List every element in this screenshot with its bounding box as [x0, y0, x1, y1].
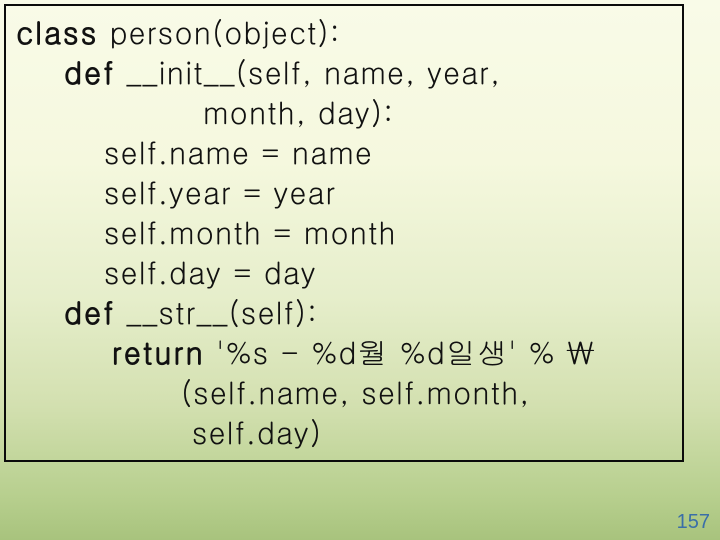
code-line-11: self.day) — [16, 412, 672, 452]
code-line-7: self.day = day — [16, 252, 672, 292]
code-text: __str__(self): — [115, 291, 318, 333]
code-line-8: def __str__(self): — [16, 292, 672, 332]
slide: class person(object): def __init__(self,… — [0, 0, 720, 540]
keyword-def: def — [16, 51, 115, 93]
code-text: __init__(self, name, year, — [115, 51, 501, 93]
code-text: self.month = month — [16, 211, 397, 253]
code-text: '%s - %d월 %d일생' % ₩ — [205, 331, 595, 373]
code-line-9: return '%s - %d월 %d일생' % ₩ — [16, 332, 672, 372]
code-line-3: month, day): — [16, 92, 672, 132]
code-text: month, day): — [16, 91, 394, 133]
code-text: (self.name, self.month, — [16, 371, 530, 413]
code-text: self.name = name — [16, 131, 373, 173]
keyword-def: def — [16, 291, 115, 333]
code-text: self.year = year — [16, 171, 336, 213]
code-line-5: self.year = year — [16, 172, 672, 212]
code-line-6: self.month = month — [16, 212, 672, 252]
code-line-10: (self.name, self.month, — [16, 372, 672, 412]
code-text: person(object): — [99, 11, 341, 53]
code-text: self.day) — [16, 411, 322, 453]
code-text: self.day = day — [16, 251, 317, 293]
code-line-4: self.name = name — [16, 132, 672, 172]
code-line-1: class person(object): — [16, 12, 672, 52]
code-box: class person(object): def __init__(self,… — [4, 4, 684, 462]
code-line-2: def __init__(self, name, year, — [16, 52, 672, 92]
keyword-class: class — [16, 11, 99, 53]
page-number: 157 — [677, 511, 710, 534]
keyword-return: return — [16, 331, 205, 373]
